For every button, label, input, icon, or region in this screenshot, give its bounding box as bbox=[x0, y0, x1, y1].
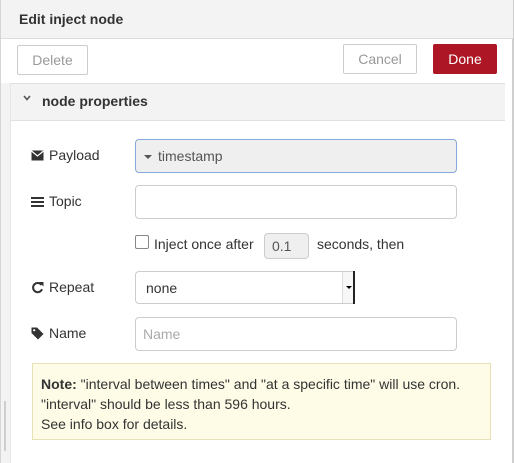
tray-toolbar: Delete Cancel Done bbox=[11, 39, 506, 83]
inject-once-label: Inject once after bbox=[154, 236, 254, 252]
topic-label-text: Topic bbox=[49, 193, 82, 209]
tag-icon bbox=[31, 327, 44, 339]
tray-resize-edge[interactable] bbox=[1, 83, 11, 463]
tray-title: Edit inject node bbox=[19, 11, 124, 27]
tip-line-3: See info box for details. bbox=[41, 416, 188, 432]
payload-label: Payload bbox=[31, 147, 100, 163]
repeat-label-text: Repeat bbox=[49, 279, 95, 295]
repeat-select-value: none bbox=[146, 280, 178, 296]
caret-down-icon[interactable] bbox=[144, 155, 152, 159]
name-label-text: Name bbox=[49, 325, 87, 341]
inject-once-checkbox[interactable] bbox=[135, 235, 149, 249]
section-label: node properties bbox=[42, 93, 148, 109]
select-edge bbox=[353, 271, 355, 304]
chevron-down-icon bbox=[23, 95, 31, 101]
inject-once-row: Inject once after 0.1 seconds, then bbox=[135, 233, 435, 259]
delete-button[interactable]: Delete bbox=[17, 45, 88, 75]
done-button[interactable]: Done bbox=[433, 44, 497, 74]
tip-line-1: "interval between times" and "at a speci… bbox=[80, 376, 461, 392]
resize-grip[interactable] bbox=[4, 401, 6, 451]
inject-once-delay-input[interactable]: 0.1 bbox=[264, 233, 309, 259]
form-tip: Note: "interval between times" and "at a… bbox=[32, 363, 491, 440]
repeat-select[interactable]: none bbox=[135, 271, 355, 304]
payload-value: timestamp bbox=[158, 148, 223, 164]
inject-once-suffix: seconds, then bbox=[317, 236, 405, 252]
name-label: Name bbox=[31, 325, 86, 341]
topic-input[interactable] bbox=[135, 185, 457, 219]
bars-icon bbox=[31, 196, 44, 207]
repeat-label: Repeat bbox=[31, 279, 94, 295]
name-input[interactable] bbox=[135, 317, 457, 351]
refresh-icon bbox=[32, 281, 44, 293]
cancel-button[interactable]: Cancel bbox=[343, 44, 417, 74]
payload-typed-input[interactable]: timestamp bbox=[135, 139, 457, 173]
payload-label-text: Payload bbox=[49, 147, 100, 163]
tray-header: Edit inject node bbox=[1, 0, 513, 39]
tip-line-2: "interval" should be less than 596 hours… bbox=[41, 396, 291, 412]
tip-note-label: Note: bbox=[41, 376, 77, 392]
edit-tray: Edit inject node Delete Cancel Done node… bbox=[0, 0, 514, 463]
topic-label: Topic bbox=[31, 193, 82, 209]
envelope-icon bbox=[31, 150, 44, 160]
section-header-node-properties[interactable]: node properties bbox=[11, 83, 505, 121]
